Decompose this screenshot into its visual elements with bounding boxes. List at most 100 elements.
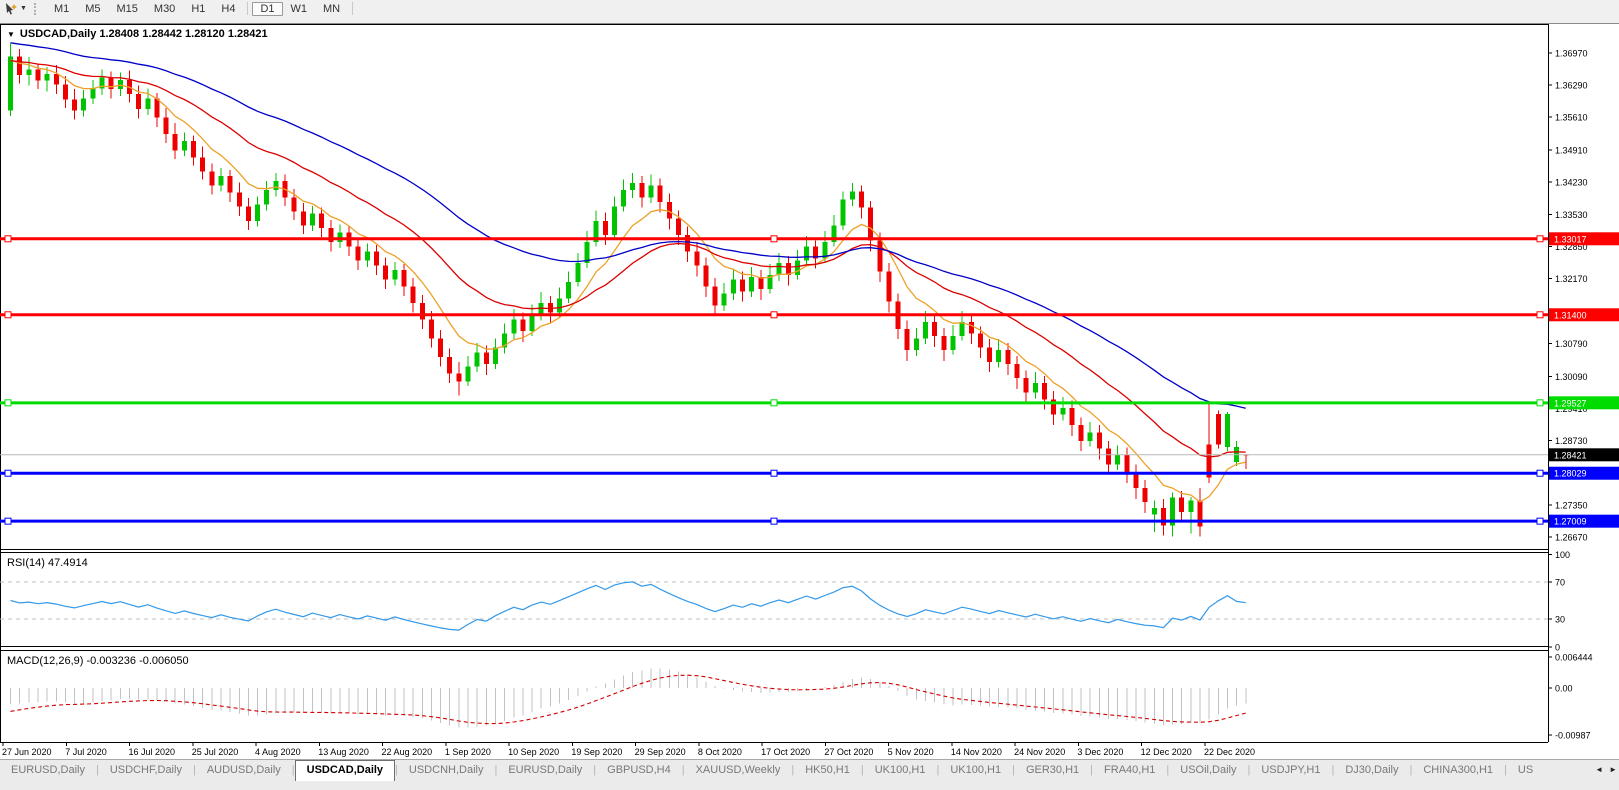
candle-body [904,328,910,351]
timeframe-button-m5[interactable]: M5 [77,2,108,16]
top-toolbar: ▼ M1 M5 M15 M30 H1 H4 D1 W1 MN [0,0,1619,17]
symbol-tab-audusd-daily[interactable]: AUDUSD,Daily [196,760,292,781]
timeframe-button-m30[interactable]: M30 [146,2,183,16]
symbol-tab-uk100-h1[interactable]: UK100,H1 [939,760,1012,781]
date-label: 25 Jul 2020 [192,747,239,757]
price-tick-label: 1.30790 [1555,339,1588,349]
candle-body [950,335,956,351]
toolbar-separator [352,2,354,15]
price-tick-label: 1.27350 [1555,501,1588,511]
ma-line-slow [10,42,1246,409]
tab-scroll-left-icon[interactable]: ◄ [1595,765,1603,774]
candle-body [191,140,196,158]
date-label: 17 Oct 2020 [761,747,810,757]
candle-body [996,350,1002,362]
timeframe-button-w1[interactable]: W1 [283,2,316,16]
symbol-tab-ger30-h1[interactable]: GER30,H1 [1015,760,1090,781]
candle-body [666,201,672,219]
candle-body [703,265,709,287]
line-handle [4,235,12,243]
symbol-tab-gbpusd-h4[interactable]: GBPUSD,H4 [596,760,682,781]
timeframe-button-m1[interactable]: M1 [46,2,77,16]
candle-body [245,206,251,221]
line-handle [1536,311,1544,319]
candle-body [557,298,562,313]
candle-body [968,321,974,334]
symbol-tab-xauusd-weekly[interactable]: XAUUSD,Weekly [685,760,792,781]
price-tick-label: 1.30090 [1555,372,1588,382]
price-chart-svg[interactable]: 1.36970 1.36290 1.35610 1.34910 1.34230 1.335… [0,24,1619,759]
candle-body [355,246,361,261]
candle-body [712,286,718,306]
candle-body [804,246,810,261]
candle-body [447,357,453,374]
symbol-tab-uk100-h1[interactable]: UK100,H1 [864,760,937,781]
candle-body [1087,432,1093,441]
symbol-tab-dj30-daily[interactable]: DJ30,Daily [1334,760,1409,781]
date-label: 3 Dec 2020 [1077,747,1123,757]
candle-body [319,213,325,228]
cursor-tool-icon[interactable] [2,1,20,16]
rsi-tick-label: 70 [1555,578,1565,588]
timeframe-button-m15[interactable]: M15 [109,2,146,16]
symbol-tab-eurusd-daily[interactable]: EURUSD,Daily [0,760,96,781]
candle-body [520,319,526,332]
timeframe-button-h1[interactable]: H1 [183,2,213,16]
candle-body [438,338,444,358]
symbol-tab-fra40-h1[interactable]: FRA40,H1 [1093,760,1166,781]
candle-body [1142,487,1148,502]
symbol-tabbar: EURUSD,Daily | USDCHF,Daily | AUDUSD,Daily | U… [0,759,1619,790]
candle-body [145,98,151,109]
date-label: 5 Nov 2020 [888,747,934,757]
chart-title-text: USDCAD,Daily 1.28408 1.28442 1.28120 1.2… [19,28,268,40]
ma-line-fast [10,59,1246,503]
symbol-tab-hk50-h1[interactable]: HK50,H1 [794,760,861,781]
tab-scroll-right-icon[interactable]: ► [1609,765,1617,774]
symbol-tab-usdchf-daily[interactable]: USDCHF,Daily [99,760,193,781]
candle-body [858,191,864,208]
candle-body [1106,448,1111,465]
symbol-tab-usdcnh-daily[interactable]: USDCNH,Daily [398,760,495,781]
macd-signal-line [10,674,1246,725]
candle-body [410,286,416,304]
symbol-tab-eurusd-daily[interactable]: EURUSD,Daily [497,760,593,781]
dropdown-caret-icon[interactable]: ▼ [20,5,27,12]
chart-title-caret-icon[interactable]: ▼ [7,30,15,39]
rsi-tick-label: 30 [1555,615,1565,625]
date-label: 1 Sep 2020 [445,747,491,757]
price-tick-label: 1.26670 [1555,533,1588,543]
candle-body [977,333,983,348]
candle-body [26,69,32,76]
symbol-tab-usdcad-daily[interactable]: USDCAD,Daily [294,760,396,781]
price-tick-label: 1.36290 [1555,80,1588,90]
line-handle [1536,517,1544,525]
candle-body [154,98,160,118]
symbol-tab-china300-h1[interactable]: CHINA300,H1 [1412,760,1504,781]
symbol-tab-usoil-daily[interactable]: USOil,Daily [1169,760,1247,781]
candle-body [566,281,572,299]
chart-window: ▼ USDCAD,Daily 1.28408 1.28442 1.28120 1… [0,24,1619,759]
symbol-tab-usdjpy-h1[interactable]: USDJPY,H1 [1250,760,1331,781]
candle-body [1023,378,1029,393]
candle-body [209,171,215,186]
candle-body [1224,413,1230,447]
candle-body [1078,425,1084,441]
candle-body [840,199,846,226]
candle-body [1160,507,1166,526]
candle-body [1179,497,1185,513]
line-handle [4,517,12,525]
timeframe-button-d1[interactable]: D1 [252,1,283,16]
candle-body [163,117,169,134]
date-label: 29 Sep 2020 [635,747,686,757]
candle-body [401,270,407,287]
candle-body [868,207,874,241]
date-label: 22 Dec 2020 [1204,747,1255,757]
candle-body [1188,500,1194,513]
toolbar-drag-handle[interactable] [33,2,40,15]
date-label: 14 Nov 2020 [951,747,1002,757]
price-tick-label: 1.35610 [1555,112,1588,122]
candle-body [44,74,50,81]
timeframe-button-h4[interactable]: H4 [213,2,243,16]
timeframe-button-mn[interactable]: MN [315,2,348,16]
symbol-tab-us[interactable]: US [1507,760,1544,781]
